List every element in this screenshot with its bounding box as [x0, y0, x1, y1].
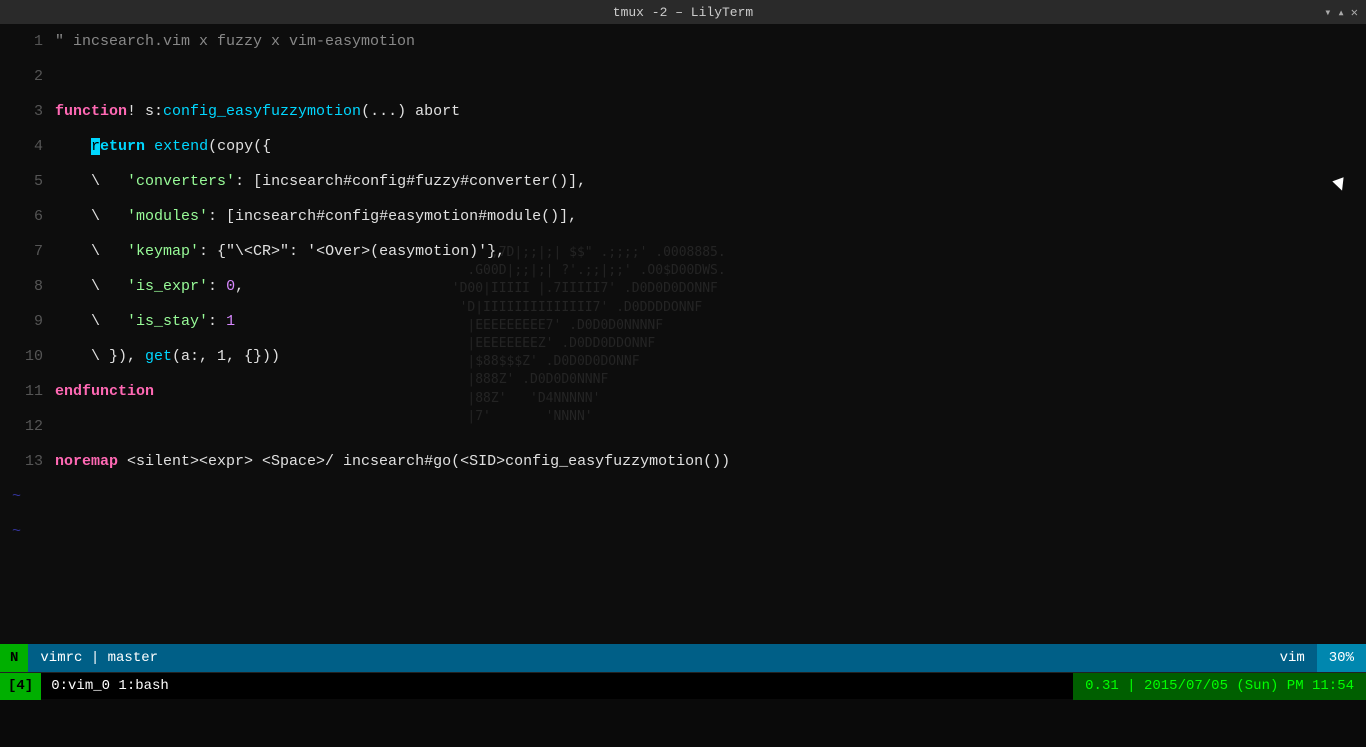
line-number-13: 13 — [0, 444, 55, 479]
code-line-9: 9 \ 'is_stay': 1 — [0, 304, 1366, 339]
line-number-9: 9 — [0, 304, 55, 339]
tilde-line-1: ~ — [0, 479, 1366, 514]
code-line-1: 1 " incsearch.vim x fuzzy x vim-easymoti… — [0, 24, 1366, 59]
titlebar-controls[interactable]: ▾ ▴ ✕ — [1324, 5, 1358, 20]
code-line-8: 8 \ 'is_expr': 0, — [0, 269, 1366, 304]
maximize-button[interactable]: ▴ — [1338, 5, 1345, 20]
tilde-line-2: ~ — [0, 514, 1366, 549]
tmux-panes: 0:vim_0 1:bash — [41, 678, 179, 694]
line-content-8: \ 'is_expr': 0, — [55, 269, 1366, 304]
line-number-3: 3 — [0, 94, 55, 129]
code-line-5: 5 \ 'converters': [incsearch#config#fuzz… — [0, 164, 1366, 199]
line-number-8: 8 — [0, 269, 55, 304]
line-content-4: return extend(copy({ — [55, 129, 1366, 164]
status-percent: 30% — [1317, 644, 1366, 672]
line-number-7: 7 — [0, 234, 55, 269]
line-number-5: 5 — [0, 164, 55, 199]
status-right: vim 30% — [1268, 644, 1366, 672]
editor: 1 " incsearch.vim x fuzzy x vim-easymoti… — [0, 24, 1366, 644]
close-button[interactable]: ✕ — [1351, 5, 1358, 20]
status-filetype: vim — [1268, 644, 1317, 672]
line-number-6: 6 — [0, 199, 55, 234]
statusline: N vimrc | master vim 30% — [0, 644, 1366, 672]
code-line-6: 6 \ 'modules': [incsearch#config#easymot… — [0, 199, 1366, 234]
code-line-11: 11 endfunction — [0, 374, 1366, 409]
tmux-bar: [4] 0:vim_0 1:bash 0.31 | 2015/07/05 (Su… — [0, 672, 1366, 699]
line-number-1: 1 — [0, 24, 55, 59]
code-line-4: 4 return extend(copy({ — [0, 129, 1366, 164]
line-number-11: 11 — [0, 374, 55, 409]
status-file: vimrc | master — [28, 650, 170, 666]
code-line-3: 3 function! s:config_easyfuzzymotion(...… — [0, 94, 1366, 129]
line-content-3: function! s:config_easyfuzzymotion(...) … — [55, 94, 1366, 129]
titlebar-title: tmux -2 – LilyTerm — [613, 5, 753, 20]
line-number-12: 12 — [0, 409, 55, 444]
line-content-7: \ 'keymap': {"\<CR>": '<Over>(easymotion… — [55, 234, 1366, 269]
line-content-13: noremap <silent><expr> <Space>/ incsearc… — [55, 444, 1366, 479]
status-mode: N — [0, 644, 28, 672]
titlebar: tmux -2 – LilyTerm ▾ ▴ ✕ — [0, 0, 1366, 24]
line-content-6: \ 'modules': [incsearch#config#easymotio… — [55, 199, 1366, 234]
line-number-2: 2 — [0, 59, 55, 94]
code-line-2: 2 — [0, 59, 1366, 94]
line-number-4: 4 — [0, 129, 55, 164]
code-line-7: 7 \ 'keymap': {"\<CR>": '<Over>(easymoti… — [0, 234, 1366, 269]
minimize-button[interactable]: ▾ — [1324, 5, 1331, 20]
code-line-13: 13 noremap <silent><expr> <Space>/ incse… — [0, 444, 1366, 479]
line-content-1: " incsearch.vim x fuzzy x vim-easymotion — [55, 24, 1366, 59]
tmux-info: 0.31 | 2015/07/05 (Sun) PM 11:54 — [1073, 673, 1366, 700]
code-line-10: 10 \ }), get(a:, 1, {})) — [0, 339, 1366, 374]
line-content-11: endfunction — [55, 374, 1366, 409]
line-content-9: \ 'is_stay': 1 — [55, 304, 1366, 339]
tmux-window-id: [4] — [0, 673, 41, 700]
line-content-5: \ 'converters': [incsearch#config#fuzzy#… — [55, 164, 1366, 199]
line-content-10: \ }), get(a:, 1, {})) — [55, 339, 1366, 374]
line-number-10: 10 — [0, 339, 55, 374]
code-line-12: 12 — [0, 409, 1366, 444]
